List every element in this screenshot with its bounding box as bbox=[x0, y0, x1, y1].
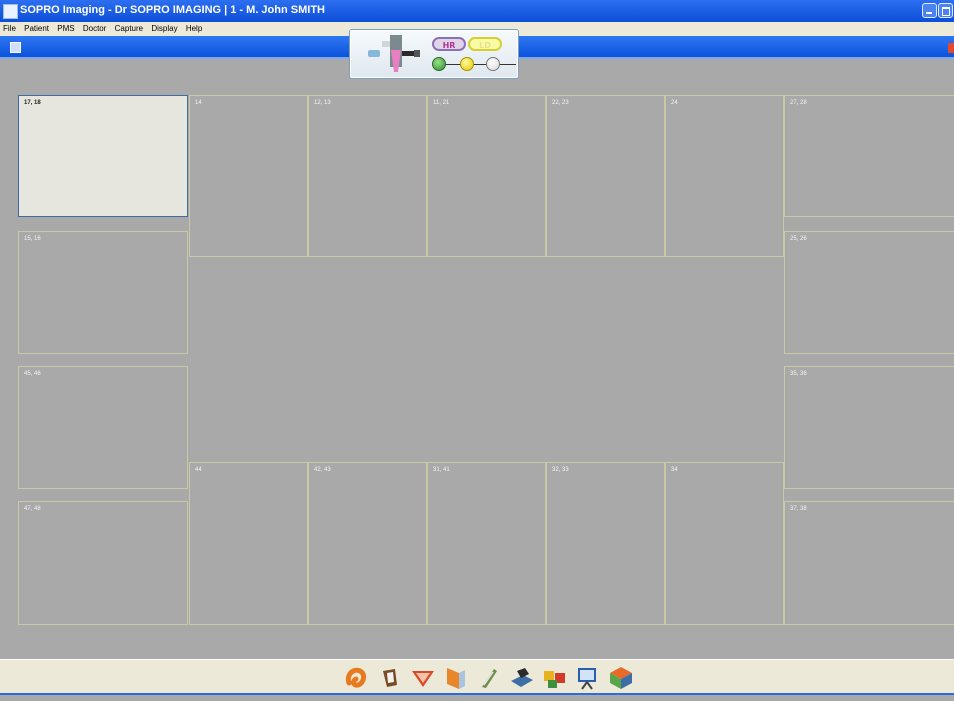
tooth-slot-12-13[interactable]: 12, 13 bbox=[308, 95, 427, 257]
tooth-slot-44[interactable]: 44 bbox=[189, 462, 308, 625]
tooth-slot-27-28[interactable]: 27, 28 bbox=[784, 95, 954, 217]
restore-button[interactable] bbox=[938, 3, 953, 18]
document-icon[interactable] bbox=[10, 42, 21, 53]
endo-icon bbox=[481, 668, 497, 688]
tooth-slot-22-23[interactable]: 22, 23 bbox=[546, 95, 665, 257]
tooth-slot-15-16[interactable]: 15, 16 bbox=[18, 231, 188, 354]
tooth-slot-label: 32, 33 bbox=[552, 467, 569, 473]
idle-led-icon bbox=[486, 57, 500, 71]
close-icon[interactable] bbox=[948, 43, 954, 53]
tooth-slot-47-48[interactable]: 47, 48 bbox=[18, 501, 188, 625]
tooth-slot-label: 15, 16 bbox=[24, 236, 41, 242]
title-bar: SOPRO Imaging - Dr SOPRO IMAGING | 1 - M… bbox=[0, 0, 954, 22]
tooth-slot-42-43[interactable]: 42, 43 bbox=[308, 462, 427, 625]
comparison-icon bbox=[543, 670, 565, 688]
3d-view-button[interactable] bbox=[606, 663, 635, 692]
tooth-slot-label: 44 bbox=[195, 467, 202, 473]
tooth-slot-17-18[interactable]: 17, 18 bbox=[18, 95, 188, 217]
xray-generator-icon bbox=[368, 35, 420, 72]
tooth-slot-label: 24 bbox=[671, 100, 678, 106]
tooth-slot-label: 11, 21 bbox=[433, 100, 450, 106]
panoramic-button[interactable] bbox=[342, 663, 371, 692]
tooth-slot-label: 37, 38 bbox=[790, 506, 807, 512]
intraoral-sensor-button[interactable] bbox=[375, 663, 404, 692]
minimize-button[interactable] bbox=[922, 3, 937, 18]
warning-led-icon bbox=[460, 57, 474, 71]
scanner-button[interactable] bbox=[507, 663, 536, 692]
menu-display[interactable]: Display bbox=[148, 22, 180, 33]
menu-pms[interactable]: PMS bbox=[54, 22, 77, 33]
status-connector bbox=[498, 64, 516, 65]
status-strip bbox=[0, 693, 954, 695]
sensor-icon bbox=[382, 668, 397, 687]
tooth-slot-label: 14 bbox=[195, 100, 202, 106]
periapical-button[interactable] bbox=[441, 663, 470, 692]
tooth-slot-37-38[interactable]: 37, 38 bbox=[784, 501, 954, 625]
tooth-slot-14[interactable]: 14 bbox=[189, 95, 308, 257]
menu-help[interactable]: Help bbox=[183, 22, 205, 33]
tooth-slot-31-41[interactable]: 31, 41 bbox=[427, 462, 546, 625]
ld-mode-pill[interactable]: LD bbox=[468, 37, 502, 51]
menu-capture[interactable]: Capture bbox=[112, 22, 146, 33]
panoramic-icon bbox=[345, 667, 366, 688]
periapical-icon bbox=[446, 667, 465, 689]
tooth-slot-label: 35, 36 bbox=[790, 371, 807, 377]
app-icon[interactable] bbox=[3, 4, 18, 19]
menu-patient[interactable]: Patient bbox=[21, 22, 52, 33]
hr-mode-pill[interactable]: HR bbox=[432, 37, 466, 51]
tooth-slot-label: 34 bbox=[671, 467, 678, 473]
tooth-slot-label: 31, 41 bbox=[433, 467, 450, 473]
tooth-slot-label: 45, 46 bbox=[24, 371, 41, 377]
tooth-slot-24[interactable]: 24 bbox=[665, 95, 784, 257]
tooth-slot-34[interactable]: 34 bbox=[665, 462, 784, 625]
menu-file[interactable]: File bbox=[0, 22, 19, 33]
device-status-panel[interactable]: HR LD bbox=[349, 29, 519, 79]
scanner-icon bbox=[510, 667, 533, 687]
capture-toolbar bbox=[0, 659, 954, 695]
presentation-icon bbox=[577, 667, 596, 690]
window-title: SOPRO Imaging - Dr SOPRO IMAGING | 1 - M… bbox=[20, 4, 325, 16]
tooth-slot-label: 27, 28 bbox=[790, 100, 807, 106]
cube-icon bbox=[609, 666, 632, 689]
tooth-slot-25-26[interactable]: 25, 26 bbox=[784, 231, 954, 354]
tooth-slot-label: 42, 43 bbox=[314, 467, 331, 473]
tooth-slot-11-21[interactable]: 11, 21 bbox=[427, 95, 546, 257]
tooth-slot-45-46[interactable]: 45, 46 bbox=[18, 366, 188, 489]
endo-button[interactable] bbox=[474, 663, 503, 692]
menu-doctor[interactable]: Doctor bbox=[80, 22, 110, 33]
presentation-button[interactable] bbox=[573, 663, 602, 692]
comparison-button[interactable] bbox=[540, 663, 569, 692]
ready-led-icon bbox=[432, 57, 446, 71]
tooth-slot-35-36[interactable]: 35, 36 bbox=[784, 366, 954, 489]
intraoral-camera-button[interactable] bbox=[408, 663, 437, 692]
tooth-slot-label: 17, 18 bbox=[24, 100, 41, 106]
tooth-slot-label: 25, 26 bbox=[790, 236, 807, 242]
camera-icon bbox=[411, 670, 434, 687]
tooth-slot-32-33[interactable]: 32, 33 bbox=[546, 462, 665, 625]
tooth-slot-label: 47, 48 bbox=[24, 506, 41, 512]
tooth-slot-label: 22, 23 bbox=[552, 100, 569, 106]
tooth-slot-label: 12, 13 bbox=[314, 100, 331, 106]
